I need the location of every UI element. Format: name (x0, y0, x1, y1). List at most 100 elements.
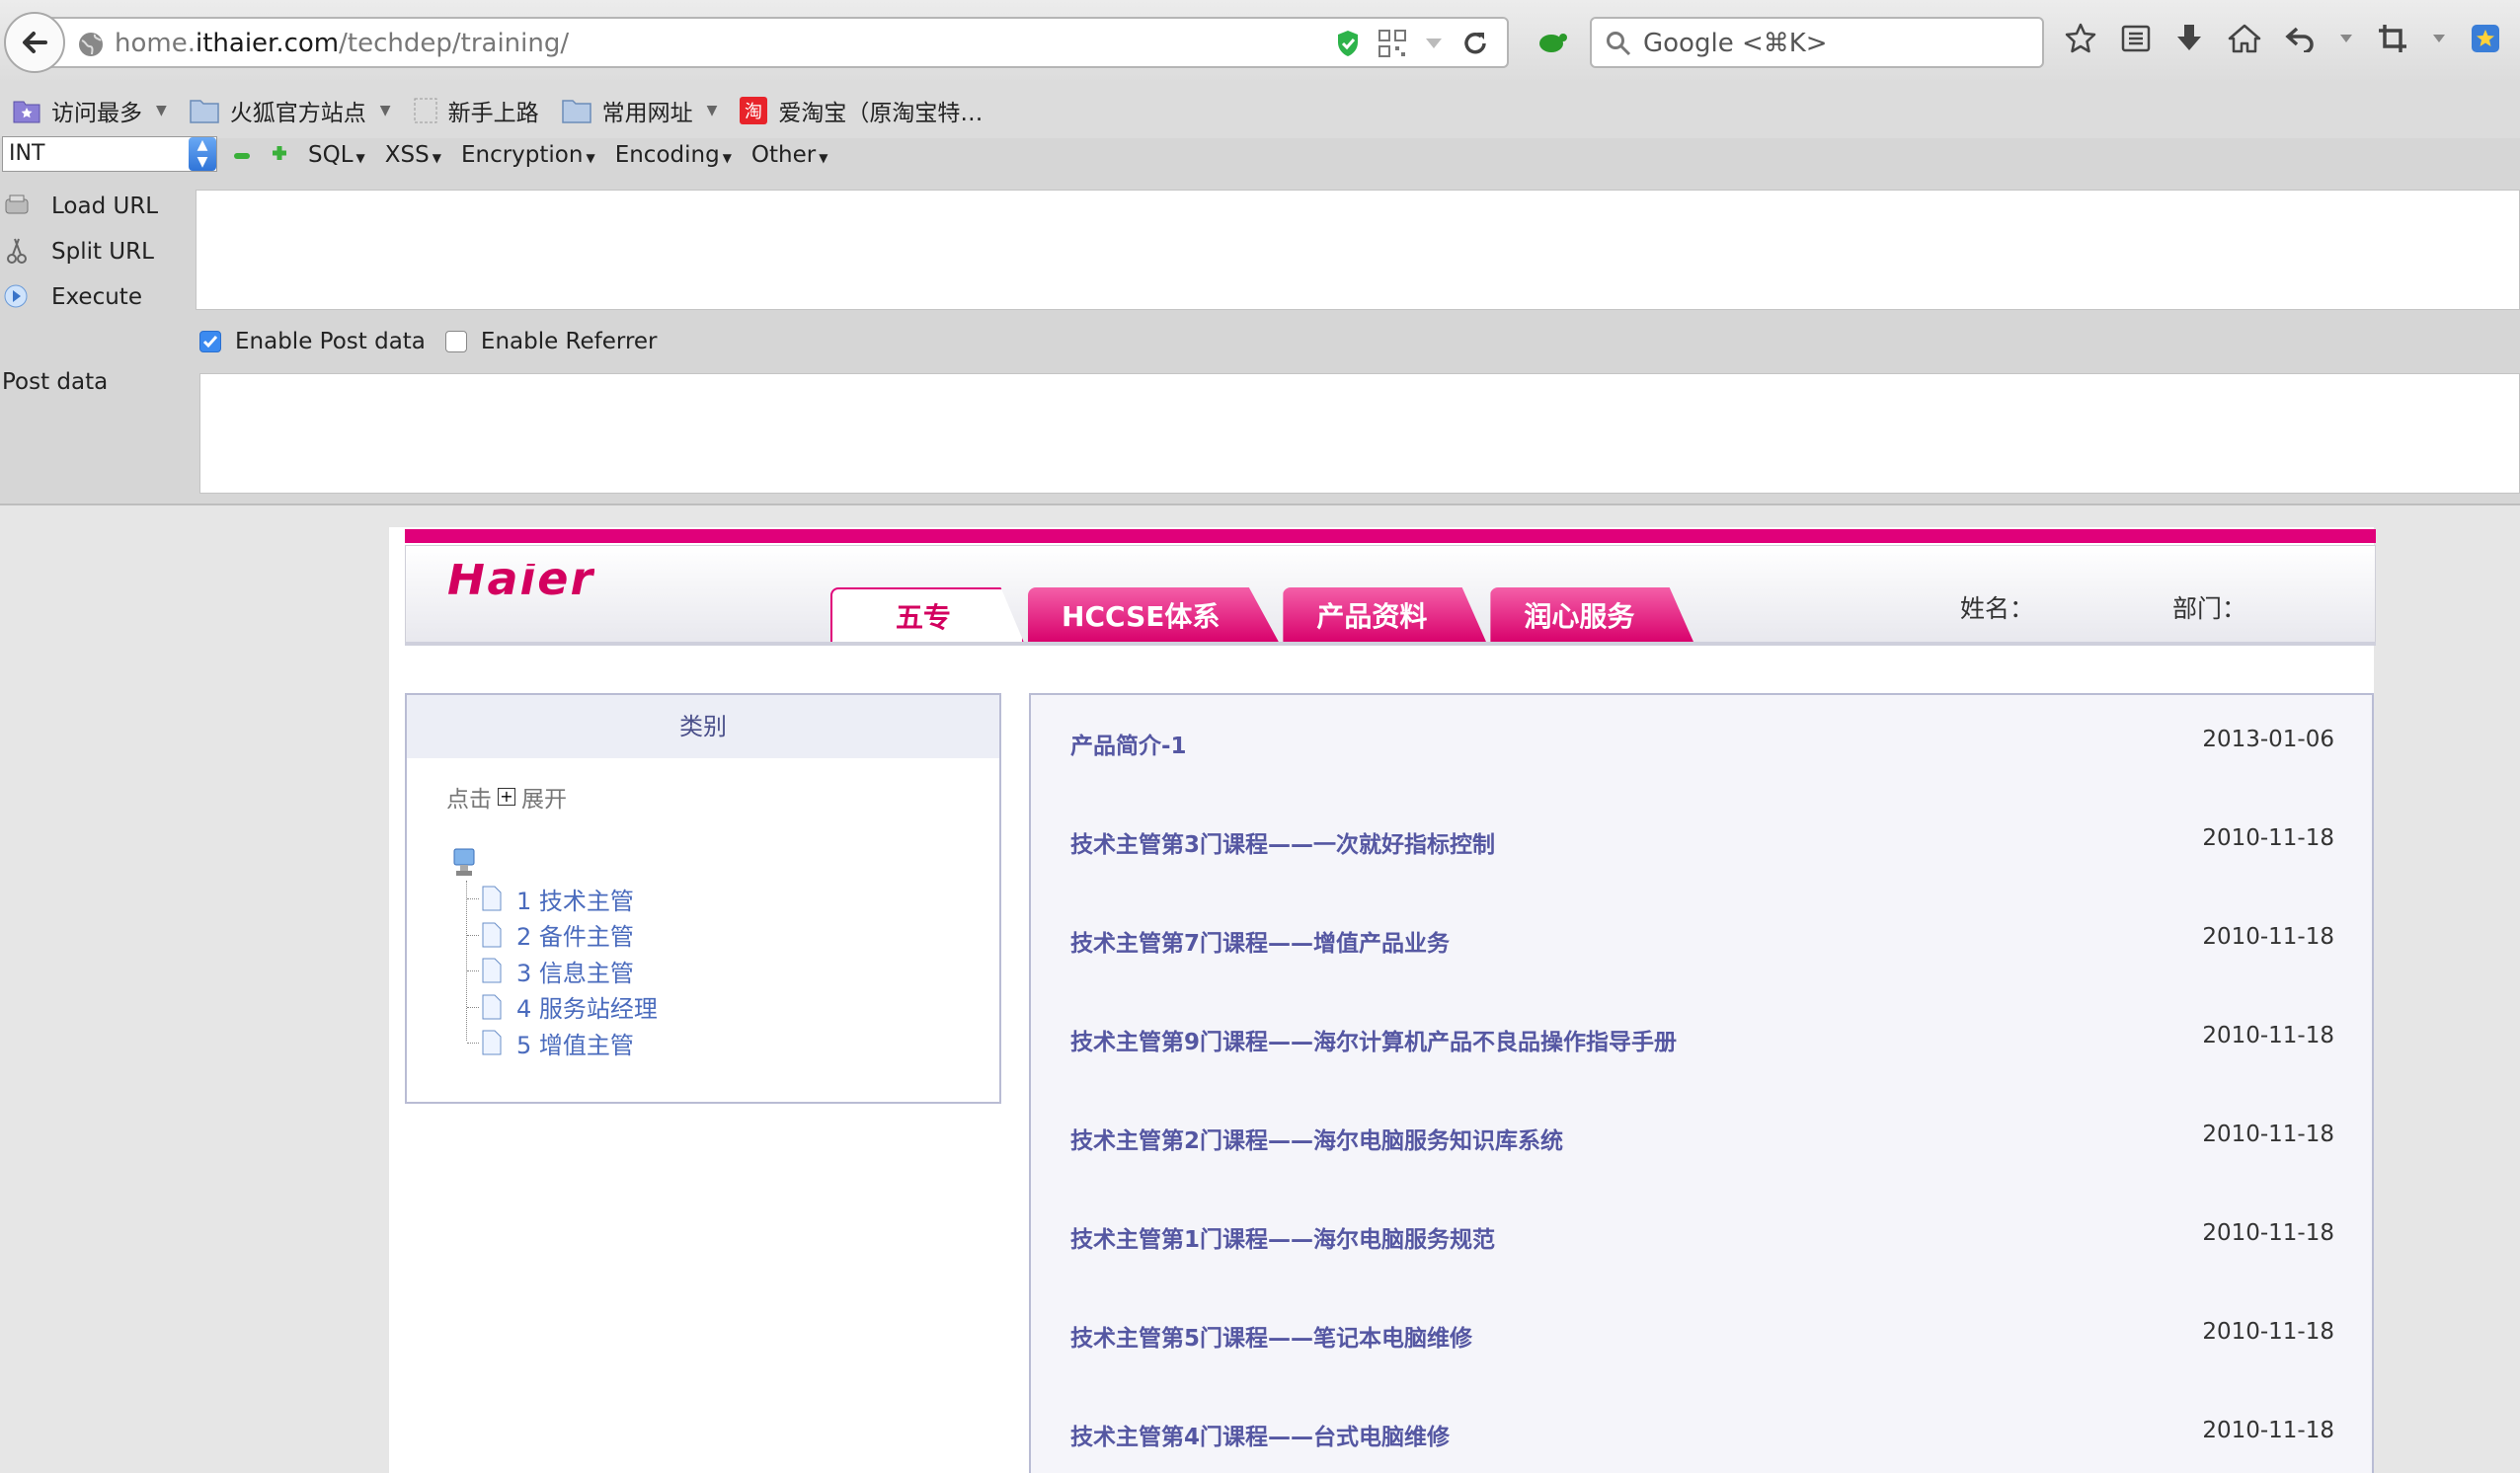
user-info: 姓名： 部门： (1960, 589, 2246, 625)
document-icon (482, 994, 502, 1020)
list-item: 技术主管第4门课程——台式电脑维修 2010-11-18 (1070, 1418, 2334, 1451)
home-icon[interactable] (2228, 24, 2261, 53)
site-header: Haier 五专 HCCSE体系 产品资料 润心服务 姓名： 部门： (405, 545, 2376, 644)
computer-root-icon[interactable] (450, 847, 478, 879)
list-item: 技术主管第2门课程——海尔电脑服务知识库系统 2010-11-18 (1070, 1122, 2334, 1155)
back-arrow-icon (23, 32, 47, 53)
undo-icon[interactable] (2285, 25, 2315, 52)
reading-list-icon[interactable] (2121, 24, 2151, 53)
download-icon[interactable] (2174, 23, 2204, 54)
tree-item-station-manager[interactable]: 4 服务站经理 (467, 989, 658, 1026)
hackbar-menu: SQL ▼ XSS ▼ Encryption ▼ Encoding ▼ Other ▼ (233, 138, 827, 172)
course-link[interactable]: 产品简介-1 (1070, 727, 1187, 760)
dropdown-arrow-icon[interactable] (1424, 37, 1444, 50)
course-link[interactable]: 技术主管第2门课程——海尔电脑服务知识库系统 (1070, 1122, 1563, 1155)
enable-post-label: Enable Post data (235, 329, 426, 354)
menu-xss[interactable]: XSS ▼ (385, 142, 441, 168)
course-link[interactable]: 技术主管第3门课程——一次就好指标控制 (1070, 825, 1495, 859)
course-link[interactable]: 技术主管第1门课程——海尔电脑服务规范 (1070, 1220, 1495, 1254)
bookmark-getting-started[interactable]: 新手上路 (413, 94, 539, 127)
document-icon (482, 886, 502, 911)
course-date: 2010-11-18 (2202, 1122, 2334, 1147)
bookmark-common-sites[interactable]: 常用网址 ▼ (561, 94, 718, 127)
scissors-icon (7, 238, 27, 264)
dropdown-arrow-icon[interactable] (2338, 33, 2354, 44)
bookmark-most-visited[interactable]: 访问最多 ▼ (12, 94, 167, 127)
course-date: 2010-11-18 (2202, 1220, 2334, 1246)
load-url-button[interactable]: Load URL (0, 184, 197, 229)
tab-hccse[interactable]: HCCSE体系 (1028, 587, 1280, 643)
chevron-down-icon: ▼ (706, 103, 718, 118)
list-item: 产品简介-1 2013-01-06 (1070, 727, 2334, 760)
document-icon (482, 958, 502, 983)
name-label: 姓名： (1959, 594, 2034, 623)
document-icon (482, 922, 502, 948)
addon-turtle-icon[interactable] (1535, 26, 1568, 59)
document-icon (482, 1030, 502, 1055)
minus-icon[interactable] (233, 142, 251, 168)
back-button[interactable] (4, 12, 65, 73)
brand-stripe (405, 529, 2376, 543)
tab-product-info[interactable]: 产品资料 (1283, 587, 1487, 643)
expand-plus-icon[interactable]: + (498, 788, 515, 806)
load-url-icon (5, 194, 29, 214)
crop-icon[interactable] (2378, 24, 2407, 53)
enable-referrer-label: Enable Referrer (480, 329, 658, 354)
search-placeholder: Google <⌘K> (1643, 29, 1828, 58)
tab-runxin-service[interactable]: 润心服务 (1490, 587, 1694, 643)
extension-star-icon[interactable] (2471, 24, 2500, 53)
post-data-label: Post data (2, 369, 109, 395)
split-url-button[interactable]: Split URL (0, 229, 197, 274)
menu-encoding[interactable]: Encoding ▼ (615, 142, 732, 168)
tree-item-tech-manager[interactable]: 1 技术主管 (467, 881, 658, 917)
type-select[interactable]: INT ▲ ▼ (2, 136, 217, 172)
course-link[interactable]: 技术主管第9门课程——海尔计算机产品不良品操作指导手册 (1070, 1023, 1677, 1056)
course-date: 2013-01-06 (2202, 727, 2334, 752)
execute-button[interactable]: Execute (0, 274, 197, 320)
bookmark-taobao[interactable]: 淘 爱淘宝（原淘宝特… (739, 94, 983, 127)
svg-text:淘: 淘 (745, 102, 762, 122)
hackbar-actions: Load URL Split URL Execute (0, 184, 197, 320)
bookmark-star-icon[interactable] (2064, 22, 2097, 55)
list-item: 技术主管第1门课程——海尔电脑服务规范 2010-11-18 (1070, 1220, 2334, 1254)
list-item: 技术主管第9门课程——海尔计算机产品不良品操作指导手册 2010-11-18 (1070, 1023, 2334, 1056)
navigation-toolbar: home.ithaier.com/techdep/training/ Googl… (0, 0, 2520, 83)
menu-encryption[interactable]: Encryption ▼ (461, 142, 595, 168)
shield-check-icon[interactable] (1335, 29, 1361, 58)
site-tabs: 五专 HCCSE体系 产品资料 润心服务 (830, 587, 1694, 643)
plus-icon[interactable] (271, 142, 288, 168)
tree-item-parts-manager[interactable]: 2 备件主管 (467, 917, 658, 954)
tree-item-info-manager[interactable]: 3 信息主管 (467, 953, 658, 989)
course-date: 2010-11-18 (2202, 1023, 2334, 1048)
category-panel: 类别 点击 + 展开 1 技术主管 2 备件主管 3 信息主管 4 服务站经理 … (405, 693, 1001, 1104)
post-data-textarea[interactable] (199, 373, 2520, 494)
menu-sql[interactable]: SQL ▼ (308, 142, 365, 168)
list-item: 技术主管第7门课程——增值产品业务 2010-11-18 (1070, 924, 2334, 958)
folder-icon (561, 100, 591, 123)
enable-referrer-checkbox[interactable] (444, 331, 467, 352)
tree-item-value-manager[interactable]: 5 增值主管 (467, 1025, 658, 1061)
most-visited-icon (13, 101, 40, 123)
course-date: 2010-11-18 (2202, 924, 2334, 950)
course-link[interactable]: 技术主管第4门课程——台式电脑维修 (1070, 1418, 1450, 1451)
hackbar-url-textarea[interactable] (196, 190, 2520, 310)
dept-label: 部门： (2171, 594, 2246, 623)
tab-wuzhuan[interactable]: 五专 (830, 587, 1025, 643)
course-link[interactable]: 技术主管第7门课程——增值产品业务 (1070, 924, 1450, 958)
globe-icon (79, 33, 103, 56)
course-link[interactable]: 技术主管第5门课程——笔记本电脑维修 (1070, 1319, 1472, 1353)
url-bar[interactable]: home.ithaier.com/techdep/training/ (47, 17, 1509, 68)
bookmark-firefox-sites[interactable]: 火狐官方站点 ▼ (189, 94, 391, 127)
qr-code-icon[interactable] (1378, 30, 1406, 57)
checkmark-icon (202, 336, 218, 349)
url-text[interactable]: home.ithaier.com/techdep/training/ (115, 29, 569, 58)
enable-post-checkbox[interactable] (199, 331, 221, 352)
reload-icon[interactable] (1461, 30, 1489, 57)
taobao-icon: 淘 (740, 97, 768, 124)
dropdown-arrow-icon[interactable] (2431, 33, 2447, 44)
course-date: 2010-11-18 (2202, 1418, 2334, 1443)
course-date: 2010-11-18 (2202, 1319, 2334, 1345)
menu-other[interactable]: Other ▼ (751, 142, 828, 168)
search-bar[interactable]: Google <⌘K> (1590, 17, 2044, 68)
header-divider (405, 642, 2376, 646)
